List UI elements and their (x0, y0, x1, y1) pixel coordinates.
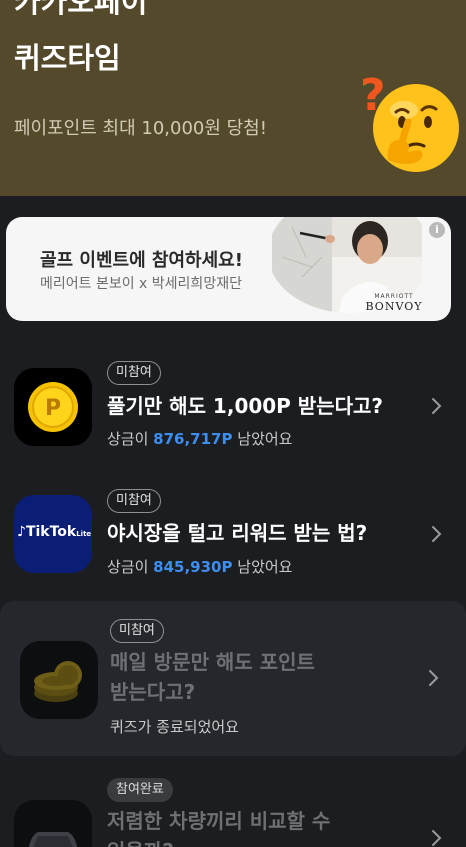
chevron-right-icon (432, 830, 442, 846)
banner-subtitle: 메리어트 본보이 x 박세리희망재단 (40, 276, 242, 292)
quiz-item-completed[interactable]: 참여완료 저렴한 차량끼리 비교할 수 있을까? (0, 762, 466, 847)
hero-title: 카카오페이 퀴즈타임 (14, 0, 147, 86)
thinking-face-icon: ? (360, 70, 459, 172)
car-icon (14, 800, 92, 847)
tiktok-lite-icon: ♪TikTokLite (14, 495, 92, 573)
coin-p-icon: P (14, 368, 92, 446)
prize-suffix: 남았어요 (232, 430, 293, 448)
prize-prefix: 상금이 (107, 430, 154, 448)
chevron-right-icon (432, 526, 442, 542)
status-badge: 참여완료 (107, 778, 173, 802)
chevron-right-icon (429, 670, 439, 686)
quiz-title-line1: 매일 방문만 해도 포인트 (110, 650, 315, 674)
coin-stack-icon (20, 641, 98, 719)
quiz-item-ended[interactable]: 미참여 매일 방문만 해도 포인트 받는다고? 퀴즈가 종료되었어요 (0, 601, 466, 756)
quiz-item[interactable]: ♪TikTokLite 미참여 야시장을 털고 리워드 받는 법? 상금이 84… (0, 470, 466, 598)
hero-title-line1: 카카오페이 (14, 0, 148, 19)
info-icon[interactable]: i (429, 222, 445, 238)
quiz-prize: 상금이 845,930P 남았어요 (107, 556, 292, 577)
banner-title: 골프 이벤트에 참여하세요! (40, 250, 243, 271)
hero-subtitle: 페이포인트 최대 10,000원 당첨! (14, 118, 267, 139)
quiz-title-line2: 받는다고? (110, 680, 196, 704)
quiz-prize: 상금이 876,717P 남았어요 (107, 428, 292, 449)
tiktok-logo-small: Lite (76, 530, 92, 538)
prize-amount: 845,930P (153, 558, 233, 576)
status-badge: 미참여 (110, 619, 164, 643)
status-badge: 미참여 (107, 361, 161, 385)
chevron-right-icon (432, 398, 442, 414)
golf-event-banner[interactable]: 골프 이벤트에 참여하세요! 메리어트 본보이 x 박세리희망재단 MARRIO… (6, 217, 451, 321)
prize-prefix: 상금이 (107, 558, 154, 576)
prize-amount: 876,717P (153, 430, 233, 448)
svg-text:P: P (45, 396, 61, 421)
tiktok-note-icon: ♪ (17, 524, 26, 540)
quiz-title-line2: 있을까? (107, 836, 174, 847)
quiz-item[interactable]: P 미참여 풀기만 해도 1,000P 받는다고? 상금이 876,717P 남… (0, 340, 466, 470)
quiz-title: 풀기만 해도 1,000P 받는다고? (107, 394, 384, 418)
brand-logo: MARRIOTT BONVOY (364, 293, 424, 313)
hero-title-line2: 퀴즈타임 (14, 41, 121, 75)
prize-suffix: 남았어요 (232, 558, 293, 576)
quiz-hero: 카카오페이 퀴즈타임 페이포인트 최대 10,000원 당첨! ? (0, 0, 466, 196)
tiktok-logo-text: TikTok (25, 524, 77, 540)
quiz-title-line1: 저렴한 차량끼리 비교할 수 (107, 809, 331, 833)
quiz-ended-text: 퀴즈가 종료되었어요 (110, 718, 239, 736)
status-badge: 미참여 (107, 489, 161, 513)
quiz-title: 야시장을 털고 리워드 받는 법? (107, 521, 368, 545)
brand-small-text: MARRIOTT (374, 293, 414, 300)
brand-large-text: BONVOY (365, 300, 423, 313)
